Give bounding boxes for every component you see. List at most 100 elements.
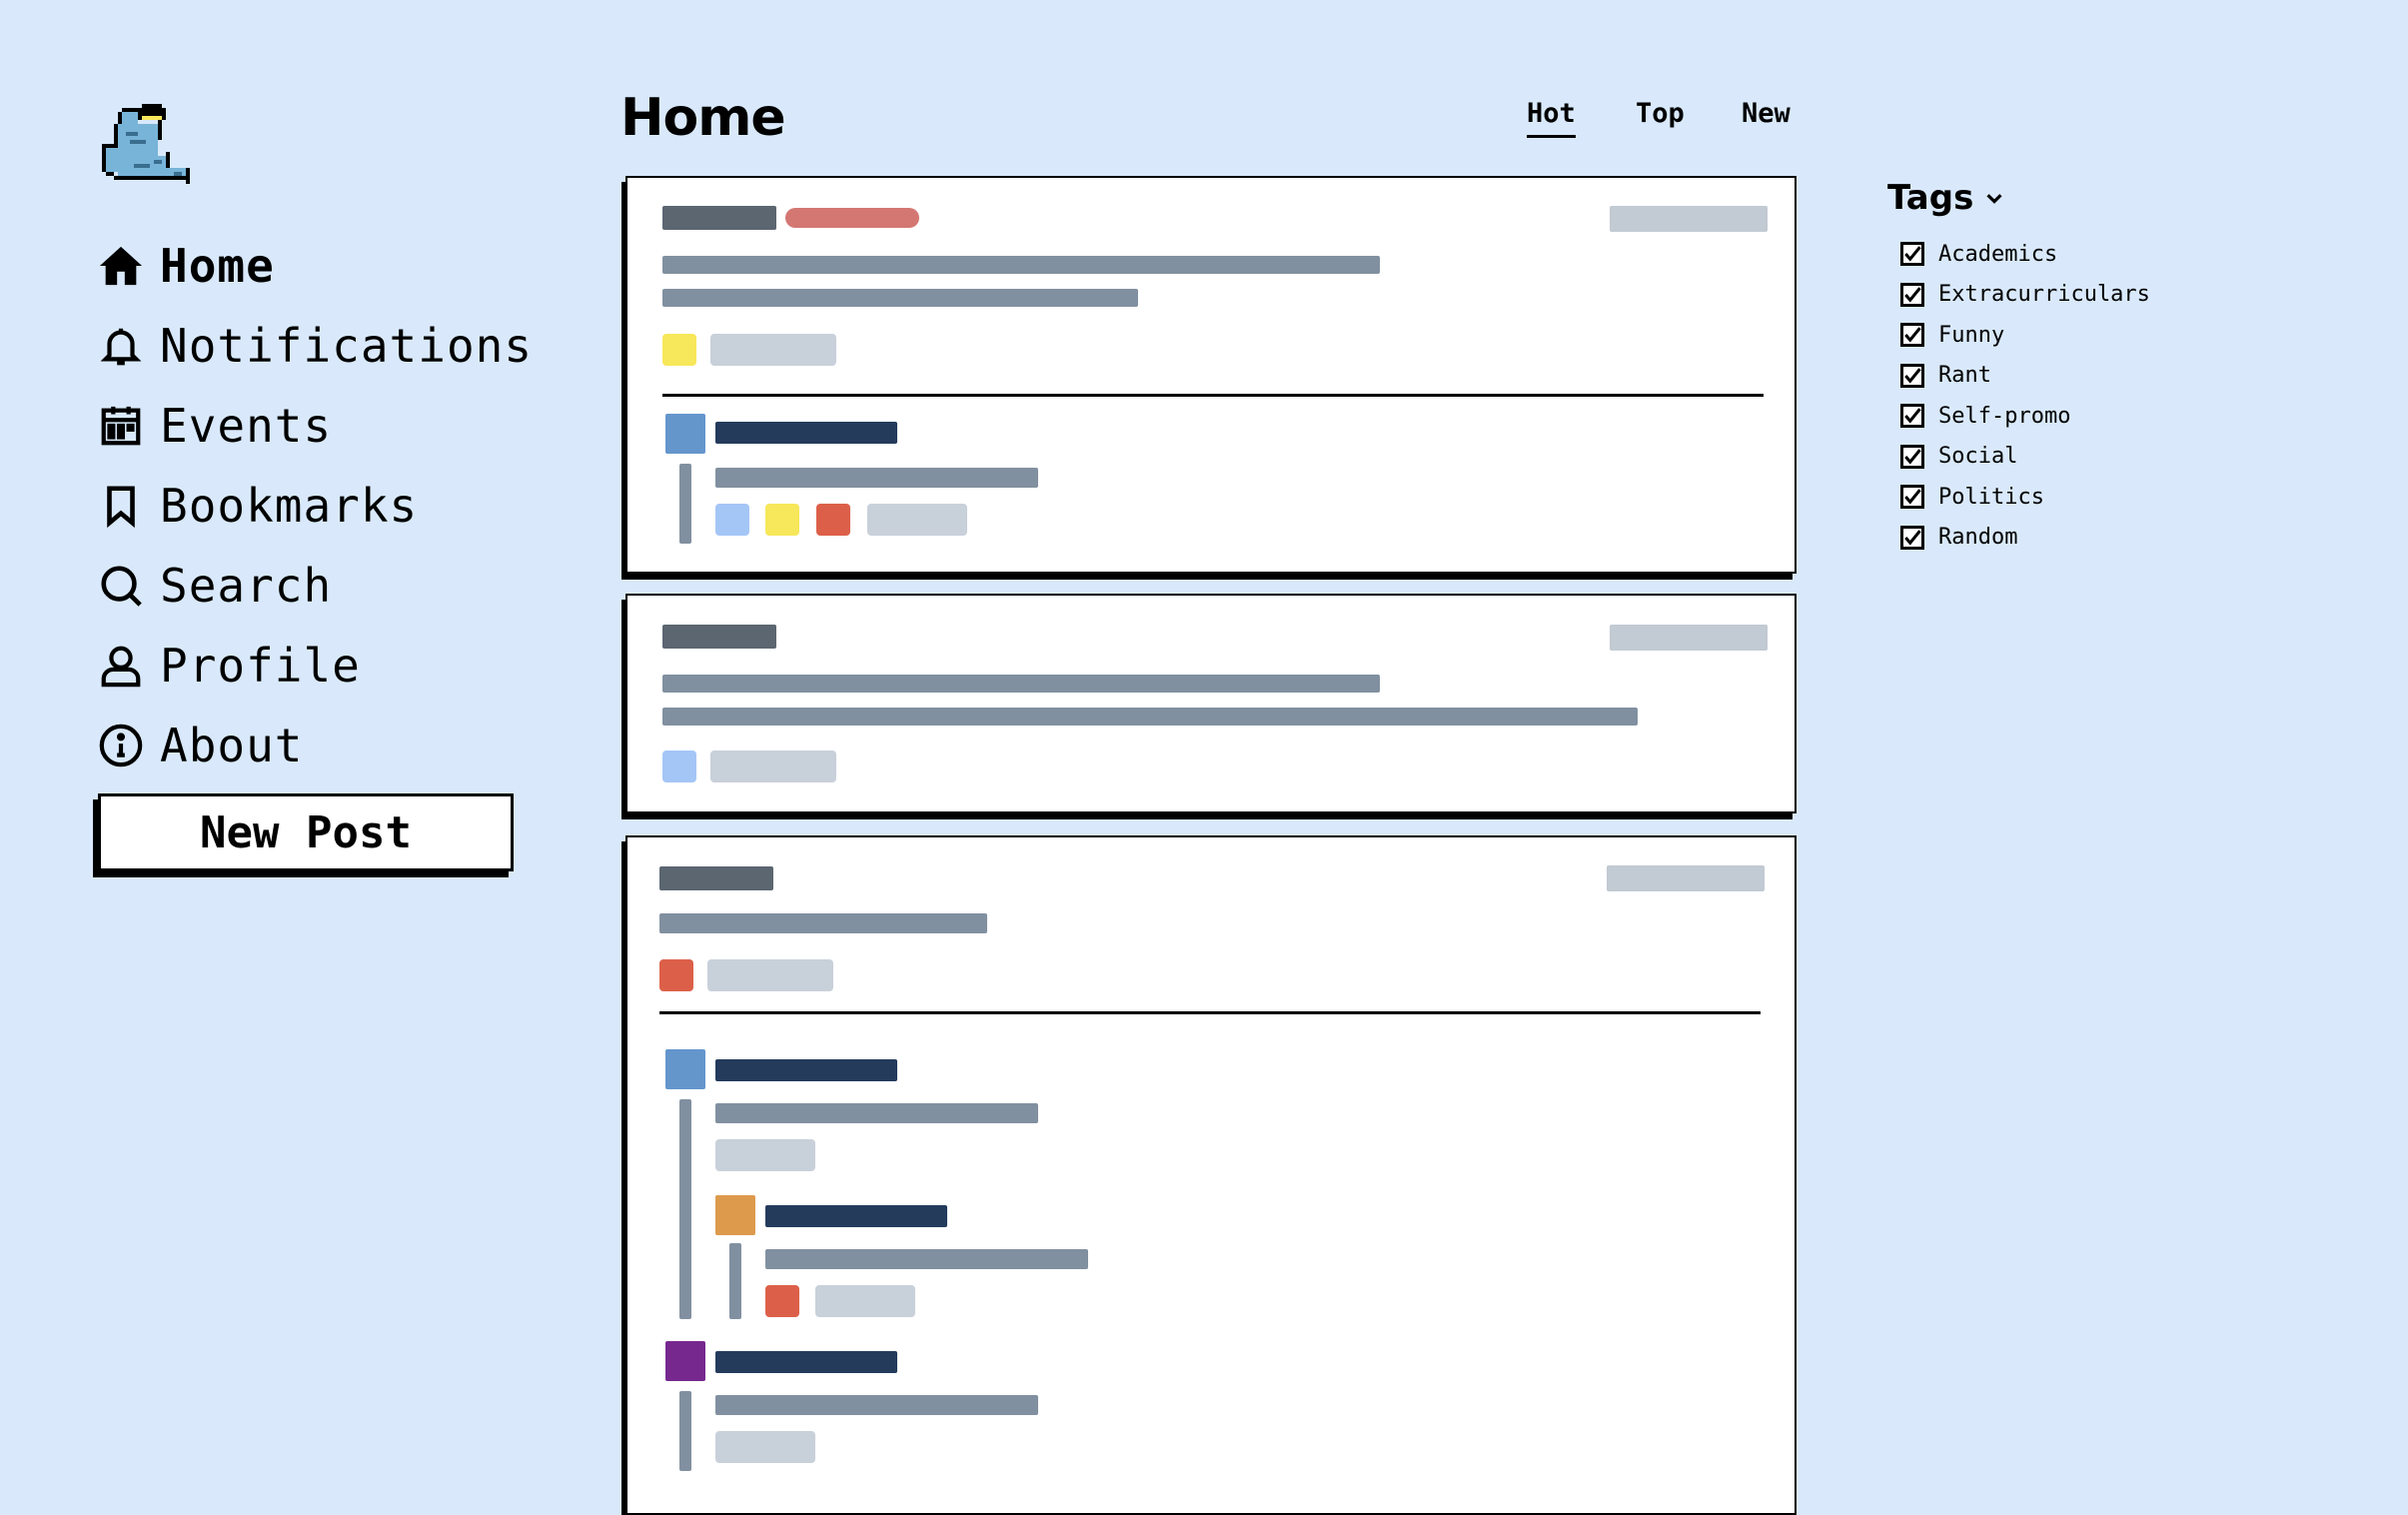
thread-line (729, 1243, 741, 1319)
tag-label-placeholder (710, 334, 836, 366)
timestamp-placeholder (1610, 625, 1768, 651)
tag-filter-label: Self-promo (1938, 403, 2071, 429)
title-line (659, 913, 987, 933)
checkbox[interactable] (1900, 404, 1924, 429)
comment-author-placeholder (765, 1205, 947, 1227)
nav-item-label: Home (160, 239, 275, 293)
title-line (662, 289, 1138, 307)
calendar-icon (98, 403, 144, 449)
tag-chip (659, 959, 693, 991)
avatar (665, 1341, 705, 1381)
search-icon (98, 563, 144, 609)
comment-line (715, 468, 1038, 488)
tag-filter-extracurriculars[interactable]: Extracurriculars (1900, 275, 2150, 316)
checkbox[interactable] (1900, 282, 1924, 307)
checkbox[interactable] (1900, 485, 1924, 510)
post-card[interactable] (625, 176, 1797, 574)
reaction-chip (765, 504, 799, 536)
checkbox[interactable] (1900, 363, 1924, 388)
app-logo[interactable] (98, 100, 202, 204)
tags-dropdown-toggle[interactable]: Tags (1887, 178, 2005, 218)
nav-item-label: About (160, 719, 304, 772)
tag-filter-list: Academics Extracurriculars Funny Rant Self-p… (1900, 234, 2150, 558)
nav-item-profile[interactable]: Profile (98, 626, 533, 706)
tag-filter-label: Academics (1938, 241, 2058, 267)
user-icon (98, 643, 144, 689)
tag-filter-academics[interactable]: Academics (1900, 234, 2150, 275)
tag-filter-label: Funny (1938, 322, 2005, 348)
tab-hot[interactable]: Hot (1527, 98, 1576, 138)
checkmark-icon (1904, 489, 1921, 505)
reaction-chip (715, 504, 749, 536)
comment-author-placeddholder (715, 422, 897, 444)
info-icon (98, 723, 144, 768)
nav-item-label: Profile (160, 639, 361, 693)
checkbox[interactable] (1900, 323, 1924, 348)
main-nav: Home Notifications Events Bookmarks Sear… (98, 226, 533, 785)
nav-item-label: Bookmarks (160, 479, 419, 533)
bookmark-icon (98, 483, 144, 529)
tag-filter-label: Random (1938, 525, 2018, 551)
avatar (665, 1049, 705, 1089)
comment-line (715, 1103, 1038, 1123)
nav-item-events[interactable]: Events (98, 386, 533, 466)
tab-new[interactable]: New (1742, 98, 1791, 135)
nav-item-notifications[interactable]: Notifications (98, 306, 533, 386)
title-line (662, 675, 1380, 693)
checkmark-icon (1904, 287, 1921, 303)
tag-filter-funny[interactable]: Funny (1900, 315, 2150, 356)
tag-filter-self-promo[interactable]: Self-promo (1900, 396, 2150, 437)
tag-filter-politics[interactable]: Politics (1900, 477, 2150, 518)
author-placeholder (659, 866, 773, 890)
nav-item-search[interactable]: Search (98, 546, 533, 626)
tag-filter-social[interactable]: Social (1900, 437, 2150, 478)
reaction-label-placeholder (867, 504, 967, 536)
nav-item-bookmarks[interactable]: Bookmarks (98, 466, 533, 546)
tag-filter-label: Rant (1938, 363, 1991, 389)
nav-item-label: Notifications (160, 319, 534, 373)
checkmark-icon (1904, 246, 1921, 262)
checkbox[interactable] (1900, 525, 1924, 550)
tag-filter-rant[interactable]: Rant (1900, 356, 2150, 397)
author-placeholder (662, 206, 776, 230)
tag-filter-label: Extracurriculars (1938, 282, 2150, 308)
reaction-label-placeholder (815, 1285, 915, 1317)
author-placeholder (662, 625, 776, 649)
post-card[interactable] (625, 594, 1797, 813)
home-icon (98, 243, 144, 289)
checkmark-icon (1904, 530, 1921, 546)
reaction-label-placeholder (715, 1431, 815, 1463)
title-line (662, 256, 1380, 274)
comment-line (765, 1249, 1088, 1269)
comment-line (715, 1395, 1038, 1415)
checkmark-icon (1904, 449, 1921, 465)
post-card[interactable] (625, 835, 1797, 1515)
tag-chip (662, 334, 696, 366)
timestamp-placeholder (1607, 865, 1765, 891)
reaction-chip (816, 504, 850, 536)
nav-item-about[interactable]: About (98, 706, 533, 785)
avatar (665, 414, 705, 454)
tab-top[interactable]: Top (1636, 98, 1685, 135)
bell-icon (98, 323, 144, 369)
chevron-down-icon (1986, 194, 2002, 204)
checkbox[interactable] (1900, 444, 1924, 469)
comment-author-placeholder (715, 1059, 897, 1081)
divider (659, 1011, 1761, 1014)
tag-chip (662, 751, 696, 782)
avatar (715, 1195, 755, 1235)
tag-filter-label: Politics (1938, 484, 2044, 510)
new-post-button[interactable]: New Post (98, 793, 514, 871)
checkmark-icon (1904, 368, 1921, 384)
comment-author-placeholder (715, 1351, 897, 1373)
thread-line (679, 1099, 691, 1319)
nav-item-label: Search (160, 559, 333, 613)
reaction-chip (765, 1285, 799, 1317)
title-line (662, 708, 1638, 726)
checkbox[interactable] (1900, 242, 1924, 267)
reaction-label-placeholder (715, 1139, 815, 1171)
checkmark-icon (1904, 408, 1921, 424)
tag-filter-random[interactable]: Random (1900, 518, 2150, 559)
tag-label-placeholder (710, 751, 836, 782)
nav-item-home[interactable]: Home (98, 226, 533, 306)
